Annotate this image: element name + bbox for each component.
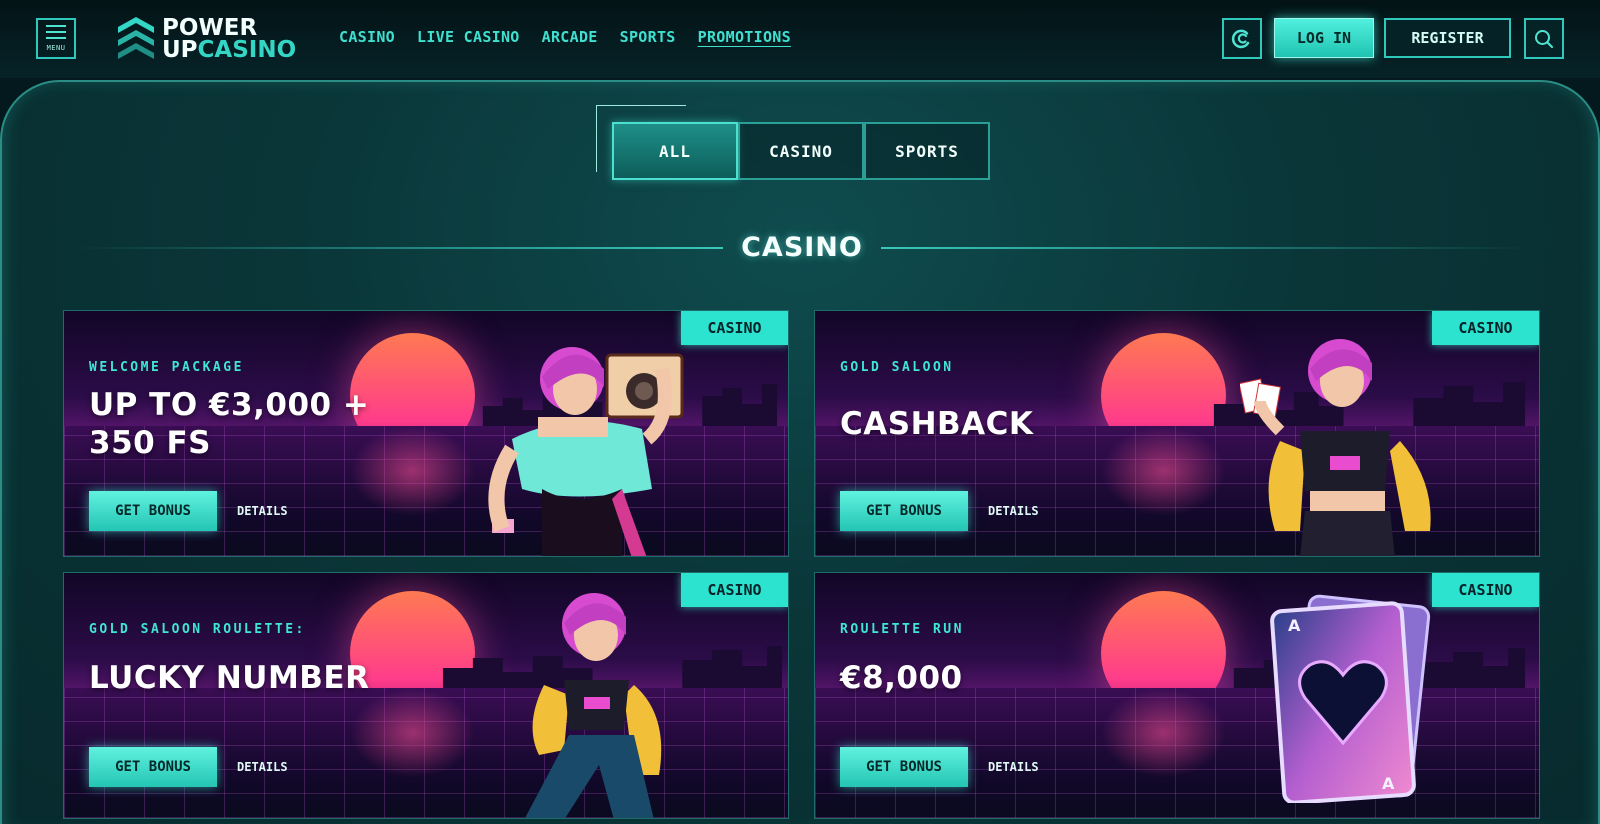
section-heading: CASINO	[2, 232, 1598, 263]
promo-headline: UP TO €3,000 + 350 FS	[89, 386, 369, 462]
sun-reflection	[350, 688, 475, 778]
promotions-panel: ALL CASINO SPORTS CASINO CASINO WELCOME …	[0, 80, 1600, 824]
logo-casino: CASINO	[197, 37, 297, 63]
promo-headline: €8,000	[840, 659, 963, 697]
logo-line-1: POWER	[162, 15, 258, 41]
filter-tabs: ALL CASINO SPORTS	[612, 122, 990, 180]
category-badge: CASINO	[1432, 311, 1539, 345]
category-badge: CASINO	[681, 573, 788, 607]
get-bonus-button[interactable]: GET BONUS	[89, 491, 217, 531]
register-button[interactable]: REGISTER	[1384, 18, 1511, 58]
promo-card-roulette-run[interactable]: A A CASINO ROULETTE RUN €8,000 GET BONUS…	[814, 572, 1540, 819]
nav-sports[interactable]: SPORTS	[620, 28, 676, 46]
hamburger-icon	[46, 25, 66, 27]
girl-sitting-illustration	[525, 593, 662, 818]
nav-promotions[interactable]: PROMOTIONS	[698, 28, 791, 46]
crypto-coin-icon	[1231, 29, 1250, 48]
site-logo[interactable]: POWER UPCASINO	[116, 14, 296, 64]
get-bonus-button[interactable]: GET BONUS	[840, 491, 968, 531]
logo-chevrons-icon	[118, 17, 154, 59]
promo-headline: CASHBACK	[840, 405, 1033, 443]
girl-with-cards-illustration	[1240, 339, 1431, 556]
promo-headline-line-1: €8,000	[840, 660, 963, 696]
tab-casino[interactable]: CASINO	[738, 122, 864, 180]
get-bonus-button[interactable]: GET BONUS	[840, 747, 968, 787]
category-badge: CASINO	[681, 311, 788, 345]
details-link[interactable]: DETAILS	[988, 760, 1039, 774]
main-nav: CASINO LIVE CASINO ARCADE SPORTS PROMOTI…	[339, 28, 791, 46]
logo-line-2: UPCASINO	[162, 37, 297, 63]
crypto-button[interactable]	[1222, 18, 1262, 59]
menu-button[interactable]: MENU	[36, 18, 76, 59]
sun-reflection	[1101, 426, 1226, 516]
sun-reflection	[1101, 688, 1226, 778]
nav-casino[interactable]: CASINO	[339, 28, 395, 46]
logo-up: UP	[162, 37, 198, 63]
site-header: MENU POWER UPCASINO CASINO LIVE CASINO A…	[0, 0, 1600, 78]
menu-label: MENU	[46, 44, 66, 52]
heading-divider-right	[880, 246, 1531, 249]
promo-headline-line-1: LUCKY NUMBER	[89, 660, 370, 696]
promo-eyebrow: GOLD SALOON	[840, 360, 954, 375]
search-icon	[1535, 29, 1554, 48]
details-link[interactable]: DETAILS	[237, 504, 288, 518]
hamburger-icon-bar	[46, 31, 66, 33]
svg-text:A: A	[1288, 616, 1301, 635]
heading-divider-left	[73, 246, 724, 249]
details-link[interactable]: DETAILS	[237, 760, 288, 774]
promo-card-lucky-number[interactable]: CASINO GOLD SALOON ROULETTE: LUCKY NUMBE…	[63, 572, 789, 819]
promo-eyebrow: WELCOME PACKAGE	[89, 360, 244, 375]
tab-sports[interactable]: SPORTS	[864, 122, 990, 180]
section-title: CASINO	[741, 232, 863, 263]
get-bonus-button[interactable]: GET BONUS	[89, 747, 217, 787]
login-button[interactable]: LOG IN	[1274, 18, 1374, 58]
tab-all[interactable]: ALL	[612, 122, 738, 180]
promo-card-welcome[interactable]: CASINO WELCOME PACKAGE UP TO €3,000 + 35…	[63, 310, 789, 557]
logo-wordmark: POWER UPCASINO	[162, 15, 297, 63]
girl-with-boombox-illustration	[488, 347, 684, 556]
category-badge: CASINO	[1432, 573, 1539, 607]
promo-card-cashback[interactable]: CASINO GOLD SALOON CASHBACK GET BONUS DE…	[814, 310, 1540, 557]
promo-headline-line-1: UP TO €3,000 +	[89, 387, 370, 423]
hamburger-icon-bar	[46, 37, 66, 39]
details-link[interactable]: DETAILS	[988, 504, 1039, 518]
promo-headline-line-1: CASHBACK	[840, 406, 1034, 442]
search-button[interactable]	[1524, 18, 1564, 59]
promo-eyebrow: GOLD SALOON ROULETTE:	[89, 622, 306, 637]
nav-arcade[interactable]: ARCADE	[542, 28, 598, 46]
nav-live-casino[interactable]: LIVE CASINO	[417, 28, 520, 46]
svg-text:A: A	[1382, 774, 1395, 793]
promo-headline: LUCKY NUMBER	[89, 659, 369, 697]
promo-headline-line-2: 350 FS	[89, 425, 212, 461]
promo-eyebrow: ROULETTE RUN	[840, 622, 964, 637]
ace-of-hearts-card-illustration: A A	[1270, 594, 1431, 803]
